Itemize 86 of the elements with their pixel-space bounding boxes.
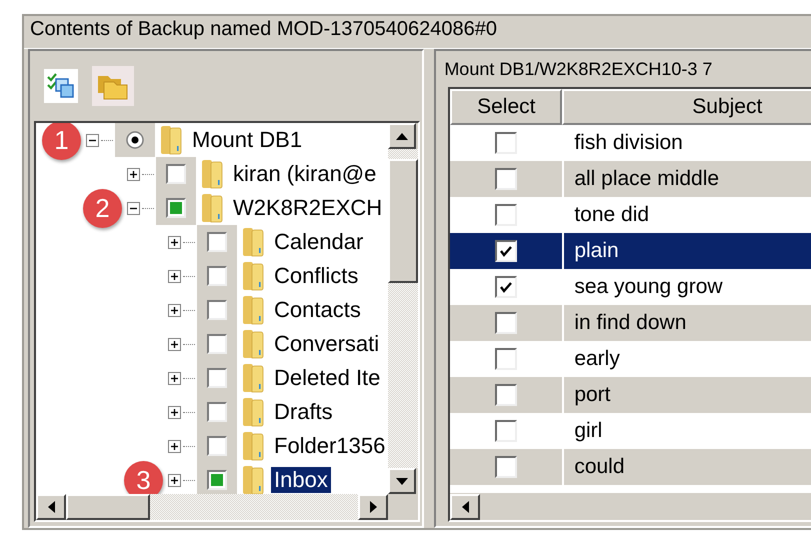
checkbox[interactable] [166, 198, 186, 218]
tree-item[interactable]: Contacts [271, 297, 364, 323]
checkbox[interactable] [495, 276, 518, 298]
table-cell-text: in find down [573, 310, 688, 336]
left-arrow-icon[interactable] [48, 501, 54, 513]
folder-icon [241, 396, 265, 428]
folder-icon [200, 192, 224, 224]
check-icon [499, 245, 514, 257]
checkbox[interactable] [207, 300, 227, 320]
folder-icon [241, 328, 265, 360]
callout-badge: 3 [124, 460, 163, 494]
tree-item[interactable]: Deleted Ite [271, 365, 384, 391]
up-arrow-icon[interactable] [396, 132, 408, 140]
checkbox[interactable] [207, 232, 227, 252]
checkbox[interactable] [207, 470, 227, 490]
tree-item[interactable]: Folder1356 [271, 433, 388, 459]
checkbox[interactable] [495, 312, 518, 334]
expand-icon[interactable] [168, 338, 181, 350]
left-arrow-icon[interactable] [462, 501, 469, 513]
expand-icon[interactable] [127, 168, 140, 180]
collapse-icon[interactable] [86, 134, 99, 146]
column-header[interactable]: Subject [562, 89, 811, 125]
table-row[interactable]: plain [450, 233, 811, 269]
table-cell-text: early [573, 346, 621, 372]
tree-item[interactable]: Conflicts [271, 263, 362, 289]
checkbox[interactable] [207, 402, 227, 422]
collapse-icon[interactable] [127, 202, 140, 214]
checkbox[interactable] [495, 420, 518, 442]
expand-icon[interactable] [168, 270, 181, 282]
expand-icon[interactable] [168, 372, 181, 384]
copy-check-icon[interactable] [44, 69, 78, 103]
checkbox[interactable] [495, 204, 518, 226]
table-cell-text: tone did [573, 202, 650, 228]
folder-icon [241, 430, 265, 462]
tree-item[interactable]: Mount DB1 [189, 127, 306, 153]
callout-badge: 2 [83, 188, 122, 228]
tree-item[interactable]: Calendar [271, 229, 366, 255]
expand-icon[interactable] [168, 236, 181, 248]
folder-icon [241, 464, 265, 494]
vertical-scrollbar[interactable] [388, 123, 418, 494]
right-arrow-icon[interactable] [370, 501, 377, 513]
expand-icon[interactable] [168, 440, 181, 452]
checkbox[interactable] [495, 348, 518, 370]
folder-icon [241, 294, 265, 326]
column-header[interactable]: Select [450, 89, 562, 125]
checkbox[interactable] [495, 240, 518, 262]
table-row[interactable]: in find down [450, 305, 811, 341]
table-row[interactable]: port [450, 377, 811, 413]
table-row[interactable]: all place middle [450, 161, 811, 197]
table-cell-text: port [573, 382, 612, 408]
expand-icon[interactable] [168, 406, 181, 418]
checkbox[interactable] [495, 456, 518, 478]
check-icon [499, 281, 514, 293]
panel-title: Contents of Backup named MOD-1370540624086#0 [29, 17, 498, 42]
checkbox[interactable] [207, 436, 227, 456]
table-row[interactable]: could [450, 449, 811, 485]
table-cell-text: sea young grow [573, 274, 724, 300]
callout-badge: 1 [42, 123, 81, 160]
down-arrow-icon[interactable] [396, 478, 408, 484]
expand-icon[interactable] [168, 474, 181, 486]
panel-title: Mount DB1/W2K8R2EXCH10-3 7 [443, 58, 714, 80]
tree-item[interactable]: Conversati [271, 331, 382, 357]
expand-icon[interactable] [168, 304, 181, 316]
table-cell-text: could [573, 454, 626, 480]
folder-icon [159, 124, 183, 156]
checkbox[interactable] [495, 168, 518, 190]
checkbox[interactable] [495, 384, 518, 406]
checkbox[interactable] [207, 266, 227, 286]
horizontal-scrollbar[interactable] [450, 493, 811, 520]
radio-button[interactable] [124, 129, 146, 151]
checkbox[interactable] [207, 334, 227, 354]
tree-item[interactable]: Drafts [271, 399, 336, 425]
folder-icon [200, 158, 224, 190]
table-cell-text: all place middle [573, 166, 720, 192]
tree-item[interactable]: Inbox [271, 467, 331, 493]
tree-item[interactable]: W2K8R2EXCH [230, 195, 386, 221]
checkbox[interactable] [207, 368, 227, 388]
tree-item[interactable]: kiran (kiran@e [230, 161, 380, 187]
checkbox[interactable] [166, 164, 186, 184]
table-cell-text: plain [573, 238, 620, 264]
folder-icon [241, 226, 265, 258]
folder-icon [241, 260, 265, 292]
table-cell-text: girl [573, 418, 604, 444]
table-cell-text: fish division [573, 130, 684, 156]
checkbox[interactable] [495, 132, 518, 154]
folder-icon [241, 362, 265, 394]
